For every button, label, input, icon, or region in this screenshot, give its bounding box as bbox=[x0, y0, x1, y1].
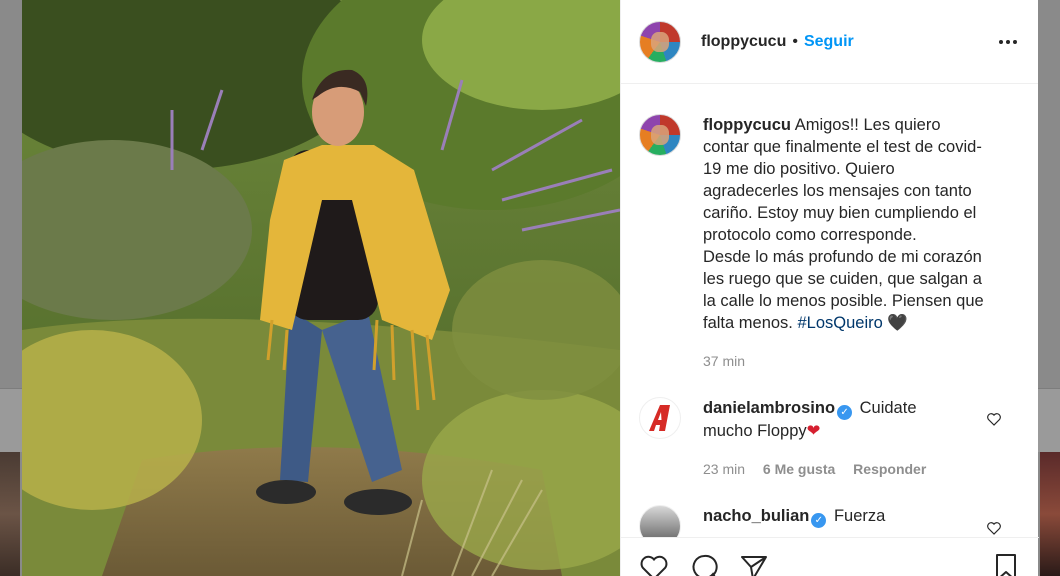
separator-dot: • bbox=[792, 32, 798, 50]
caption-line: protocolo como corresponde. bbox=[703, 226, 917, 244]
caption-line: les ruego que se cuiden, que salgan a bbox=[703, 270, 982, 288]
comment-text: danielambrosino ✓ Cuidate mucho Floppy❤ bbox=[703, 397, 1003, 442]
background-feed-image-left bbox=[0, 452, 20, 576]
comment-like-heart-icon[interactable] bbox=[985, 519, 1003, 537]
bookmark-icon[interactable] bbox=[991, 552, 1021, 576]
red-heart-emoji: ❤ bbox=[806, 422, 821, 440]
more-options-icon[interactable] bbox=[996, 30, 1020, 54]
comment-text-line: Cuidate bbox=[859, 399, 917, 417]
post-header: floppycucu • Seguir bbox=[621, 0, 1038, 84]
comment-likes-count[interactable]: 6 Me gusta bbox=[763, 461, 835, 477]
verified-badge-icon: ✓ bbox=[837, 405, 853, 420]
background-feed-image-right bbox=[1040, 452, 1060, 576]
red-a-logo-icon bbox=[649, 405, 670, 431]
caption-line: la calle lo menos posible. Piensen que bbox=[703, 292, 984, 310]
comment-text-line: Fuerza bbox=[833, 507, 886, 525]
author-username[interactable]: floppycucu bbox=[701, 33, 786, 51]
caption-line: 19 me dio positivo. Quiero bbox=[703, 160, 895, 178]
caption-timestamp[interactable]: 37 min bbox=[703, 353, 745, 369]
comments-list[interactable]: floppycucu Amigos!! Les quiero contar qu… bbox=[621, 85, 1039, 537]
comment-username[interactable]: nacho_bulian bbox=[703, 507, 809, 525]
comment-item: nacho_bulian ✓ Fuerza bbox=[639, 505, 1019, 537]
author-avatar[interactable] bbox=[639, 20, 681, 63]
caption-author-avatar[interactable] bbox=[639, 114, 681, 156]
heart-icon[interactable] bbox=[639, 552, 669, 576]
comment-avatar[interactable] bbox=[639, 397, 681, 439]
caption-line: agradecerles los mensajes con tanto bbox=[703, 182, 972, 200]
reply-button[interactable]: Responder bbox=[853, 461, 926, 477]
caption-line: Desde lo más profundo de mi corazón bbox=[703, 248, 982, 266]
post-actions-bar bbox=[621, 537, 1039, 576]
caption-line: contar que finalmente el test de covid- bbox=[703, 138, 982, 156]
comment-timestamp[interactable]: 23 min bbox=[703, 461, 745, 477]
caption-line: Amigos!! Les quiero bbox=[794, 116, 941, 134]
comment-item: danielambrosino ✓ Cuidate mucho Floppy❤ bbox=[639, 397, 1019, 442]
comment-like-heart-icon[interactable] bbox=[985, 410, 1003, 428]
verified-badge-icon: ✓ bbox=[811, 513, 827, 528]
caption-line: falta menos. bbox=[703, 314, 793, 332]
comment-icon[interactable] bbox=[689, 552, 719, 576]
caption-text: floppycucu Amigos!! Les quiero contar qu… bbox=[703, 114, 1003, 334]
comment-meta: 23 min 6 Me gusta Responder bbox=[703, 461, 926, 477]
comment-text: nacho_bulian ✓ Fuerza bbox=[703, 505, 1003, 537]
comment-username[interactable]: danielambrosino bbox=[703, 399, 835, 417]
post-photo[interactable] bbox=[22, 0, 620, 576]
paper-plane-icon[interactable] bbox=[739, 552, 769, 576]
post-sidebar: floppycucu • Seguir floppycucu Amigos!! … bbox=[620, 0, 1039, 576]
caption-item: floppycucu Amigos!! Les quiero contar qu… bbox=[639, 114, 1019, 334]
comment-text-line: mucho Floppy bbox=[703, 422, 807, 440]
black-heart-emoji: 🖤 bbox=[887, 314, 908, 332]
hashtag-link[interactable]: #LosQueiro bbox=[797, 314, 882, 332]
caption-line: cariño. Estoy muy bien cumpliendo el bbox=[703, 204, 977, 222]
caption-author-username[interactable]: floppycucu bbox=[703, 116, 791, 134]
garden-photo-illustration bbox=[22, 0, 620, 576]
comment-avatar[interactable] bbox=[639, 505, 681, 537]
follow-button[interactable]: Seguir bbox=[804, 33, 854, 51]
post-modal: floppycucu • Seguir floppycucu Amigos!! … bbox=[22, 0, 1039, 576]
